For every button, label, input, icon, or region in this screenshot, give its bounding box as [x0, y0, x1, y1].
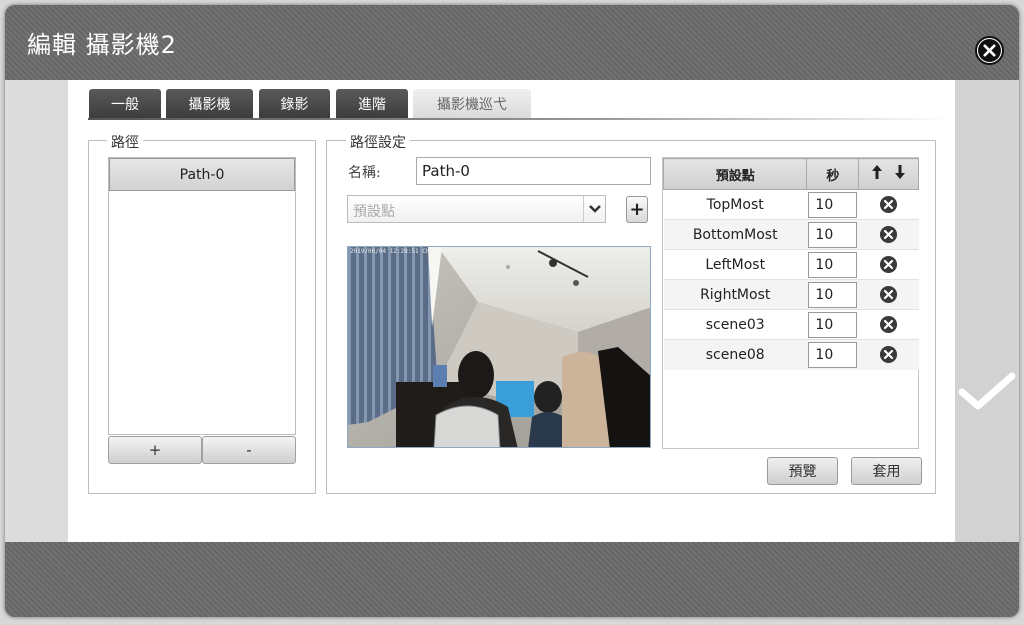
close-icon	[978, 39, 1001, 62]
path-list[interactable]: Path-0	[108, 157, 296, 435]
table-row[interactable]: BottomMost	[663, 219, 919, 250]
tab-camera[interactable]: 攝影機	[166, 89, 253, 119]
preview-button[interactable]: 預覽	[767, 457, 838, 485]
close-button[interactable]	[975, 36, 1004, 65]
table-row[interactable]: TopMost	[663, 189, 919, 220]
preset-name: TopMost	[663, 189, 807, 220]
tab-camera-patrol[interactable]: 攝影機巡弋	[413, 89, 531, 119]
dialog-footer	[5, 542, 1019, 617]
checkmark-icon	[958, 372, 1016, 410]
camera-live-view: 2019/06/04 12:28:51 CH2	[347, 246, 651, 448]
add-preset-button[interactable]: +	[626, 196, 648, 223]
path-name-input[interactable]	[416, 157, 651, 185]
table-row[interactable]: scene08	[663, 339, 919, 370]
path-group-legend: 路徑	[107, 132, 143, 152]
dialog-title-bar: 編輯 攝影機2	[5, 5, 1019, 80]
table-row[interactable]: RightMost	[663, 279, 919, 310]
preset-select[interactable]: 預設點	[347, 195, 606, 223]
order-column-header	[858, 158, 919, 190]
add-path-button[interactable]: +	[108, 436, 202, 464]
remove-circle-icon[interactable]	[879, 345, 898, 364]
confirm-button[interactable]	[956, 366, 1018, 414]
remove-path-button[interactable]: -	[202, 436, 296, 464]
arrow-up-icon[interactable]	[871, 164, 883, 184]
tab-underline	[88, 118, 948, 120]
remove-circle-icon[interactable]	[879, 225, 898, 244]
path-settings-legend: 路徑設定	[346, 132, 410, 152]
preset-column-header: 預設點	[662, 158, 808, 190]
table-row[interactable]: LeftMost	[663, 249, 919, 280]
seconds-input[interactable]	[808, 251, 858, 278]
remove-circle-icon[interactable]	[879, 255, 898, 274]
name-label: 名稱:	[348, 165, 381, 181]
confirm-strip	[955, 80, 1019, 542]
tab-recording[interactable]: 錄影	[259, 89, 330, 119]
table-header-row: 預設點 秒	[662, 158, 919, 190]
seconds-input[interactable]	[808, 191, 858, 218]
dialog-title: 編輯 攝影機2	[27, 31, 177, 59]
chevron-down-icon	[583, 196, 605, 222]
apply-button[interactable]: 套用	[851, 457, 922, 485]
seconds-input[interactable]	[808, 221, 858, 248]
camera-timestamp: 2019/06/04 12:28:51 CH2	[350, 248, 434, 255]
preset-name: LeftMost	[663, 249, 807, 280]
remove-circle-icon[interactable]	[879, 195, 898, 214]
preset-select-value: 預設點	[353, 204, 395, 220]
seconds-input[interactable]	[808, 281, 858, 308]
remove-circle-icon[interactable]	[879, 285, 898, 304]
tab-advanced[interactable]: 進階	[336, 89, 408, 119]
remove-circle-icon[interactable]	[879, 315, 898, 334]
preset-name: BottomMost	[663, 219, 807, 250]
preset-name: scene08	[663, 339, 807, 370]
camera-scene	[348, 247, 650, 447]
preset-name: scene03	[663, 309, 807, 340]
tab-general[interactable]: 一般	[89, 89, 161, 119]
seconds-input[interactable]	[808, 311, 858, 338]
table-row[interactable]: scene03	[663, 309, 919, 340]
arrow-down-icon[interactable]	[894, 164, 906, 184]
preset-table: 預設點 秒 TopMost BottomMost	[662, 157, 919, 449]
preset-name: RightMost	[663, 279, 807, 310]
seconds-column-header: 秒	[806, 158, 860, 190]
list-item[interactable]: Path-0	[109, 158, 295, 191]
seconds-input[interactable]	[808, 341, 858, 368]
